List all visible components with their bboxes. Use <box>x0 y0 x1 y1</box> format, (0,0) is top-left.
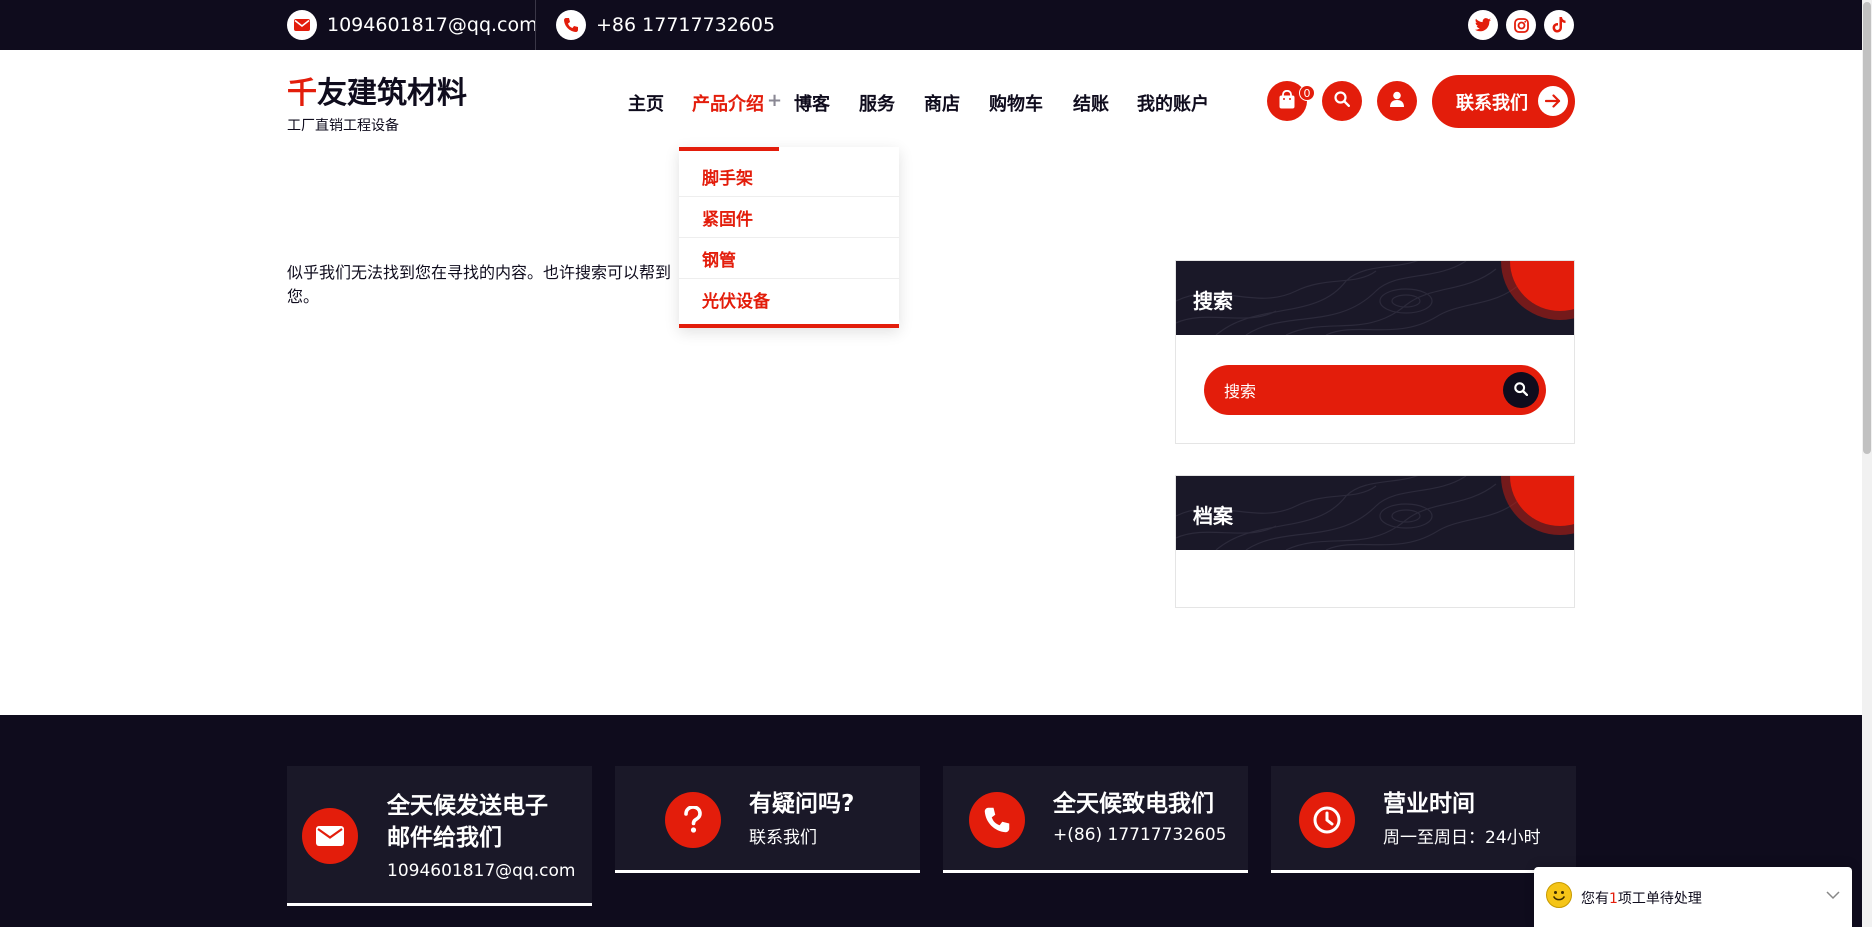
nav-products[interactable]: 产品介绍 <box>692 90 764 116</box>
footer-card-email-title-2: 邮件给我们 <box>387 825 502 851</box>
envelope-icon <box>302 808 358 864</box>
arrow-right-icon <box>1538 86 1568 116</box>
shopping-bag-icon <box>1278 89 1296 113</box>
user-icon <box>1389 91 1405 111</box>
search-icon <box>1514 381 1529 400</box>
logo-text: 友建筑材料 <box>317 76 467 111</box>
dropdown-item-steel-pipe[interactable]: 钢管 <box>679 238 899 279</box>
envelope-icon <box>287 10 317 40</box>
footer-card-hours-title: 营业时间 <box>1383 791 1475 817</box>
smiley-icon <box>1546 882 1572 908</box>
nav-products-expand-icon[interactable]: + <box>767 90 782 111</box>
not-found-message: 似乎我们无法找到您在寻找的内容。也许搜索可以帮到您。 <box>287 263 672 306</box>
sidebar-search-button[interactable] <box>1503 372 1539 408</box>
search-icon <box>1334 91 1351 111</box>
dropdown-top-accent <box>679 147 779 151</box>
dropdown-item-pv-equipment[interactable]: 光伏设备 <box>679 279 899 320</box>
footer-card-hours-sub: 周一至周日：24小时 <box>1383 828 1541 848</box>
search-widget-header: 搜索 <box>1176 261 1574 335</box>
question-icon <box>665 792 721 848</box>
nav-checkout[interactable]: 结账 <box>1073 90 1109 116</box>
archive-widget-title: 档案 <box>1193 504 1233 528</box>
notification-suffix: 项工单待处理 <box>1617 891 1702 907</box>
tiktok-icon[interactable] <box>1544 10 1574 40</box>
sidebar-search-placeholder: 搜索 <box>1224 382 1257 401</box>
footer-card-hours[interactable]: 营业时间 周一至周日：24小时 <box>1271 766 1576 873</box>
dropdown-item-scaffolding[interactable]: 脚手架 <box>679 156 899 197</box>
cart-count-badge: 0 <box>1299 85 1315 101</box>
notification-text: 您有1项工单待处理 <box>1581 888 1702 908</box>
notification-prefix: 您有 <box>1581 891 1609 907</box>
footer-card-questions-sub: 联系我们 <box>749 828 817 848</box>
account-button[interactable] <box>1377 81 1417 121</box>
footer-card-email-sub: 1094601817@qq.com <box>387 861 576 881</box>
topbar-divider <box>535 0 536 50</box>
phone-icon <box>969 792 1025 848</box>
top-bar: 1094601817@qq.com +86 17717732605 <box>0 0 1862 50</box>
search-widget: 搜索 搜索 <box>1175 260 1575 444</box>
nav-my-account[interactable]: 我的账户 <box>1137 90 1209 116</box>
topbar-email-text: 1094601817@qq.com <box>327 14 538 36</box>
nav-cart[interactable]: 购物车 <box>989 90 1043 116</box>
page-scrollbar[interactable] <box>1862 0 1872 927</box>
notification-count: 1 <box>1609 891 1618 907</box>
logo-tagline: 工厂直销工程设备 <box>287 118 399 134</box>
footer-card-questions-title: 有疑问吗? <box>749 791 855 817</box>
topbar-phone-text: +86 17717732605 <box>596 14 776 36</box>
scrollbar-thumb[interactable] <box>1863 2 1871 454</box>
twitter-icon[interactable] <box>1468 10 1498 40</box>
pending-tickets-notification[interactable]: 您有1项工单待处理 <box>1534 867 1852 927</box>
sidebar-search-input[interactable]: 搜索 <box>1204 365 1546 415</box>
footer-card-phone[interactable]: 全天候致电我们 +(86) 17717732605 <box>943 766 1248 873</box>
instagram-icon[interactable] <box>1506 10 1536 40</box>
contact-us-button[interactable]: 联系我们 <box>1432 75 1575 128</box>
archive-widget: 档案 <box>1175 475 1575 608</box>
chevron-down-icon[interactable] <box>1826 885 1840 904</box>
topbar-email[interactable]: 1094601817@qq.com <box>287 0 538 50</box>
contact-us-label: 联系我们 <box>1456 92 1528 114</box>
footer-card-questions[interactable]: 有疑问吗? 联系我们 <box>615 766 920 873</box>
topbar-phone[interactable]: +86 17717732605 <box>556 0 775 50</box>
nav-blog[interactable]: 博客 <box>794 90 830 116</box>
site-logo[interactable]: 千友建筑材料 <box>287 68 467 112</box>
clock-icon <box>1299 792 1355 848</box>
search-widget-title: 搜索 <box>1193 289 1233 313</box>
products-dropdown-menu: 脚手架 紧固件 钢管 光伏设备 <box>679 147 899 328</box>
archive-widget-header: 档案 <box>1176 476 1574 550</box>
logo-accent: 千 <box>287 76 317 111</box>
dropdown-item-fasteners[interactable]: 紧固件 <box>679 197 899 238</box>
page: 1094601817@qq.com +86 17717732605 千友建筑材料… <box>0 0 1862 927</box>
header-search-button[interactable] <box>1322 81 1362 121</box>
footer-card-email[interactable]: 全天候发送电子 邮件给我们 1094601817@qq.com <box>287 766 592 906</box>
phone-icon <box>556 10 586 40</box>
nav-services[interactable]: 服务 <box>859 90 895 116</box>
footer-card-phone-sub: +(86) 17717732605 <box>1053 825 1227 845</box>
footer-card-email-title-1: 全天候发送电子 <box>387 793 548 819</box>
nav-home[interactable]: 主页 <box>628 90 664 116</box>
nav-shop[interactable]: 商店 <box>924 90 960 116</box>
footer-card-phone-title: 全天候致电我们 <box>1053 791 1214 817</box>
